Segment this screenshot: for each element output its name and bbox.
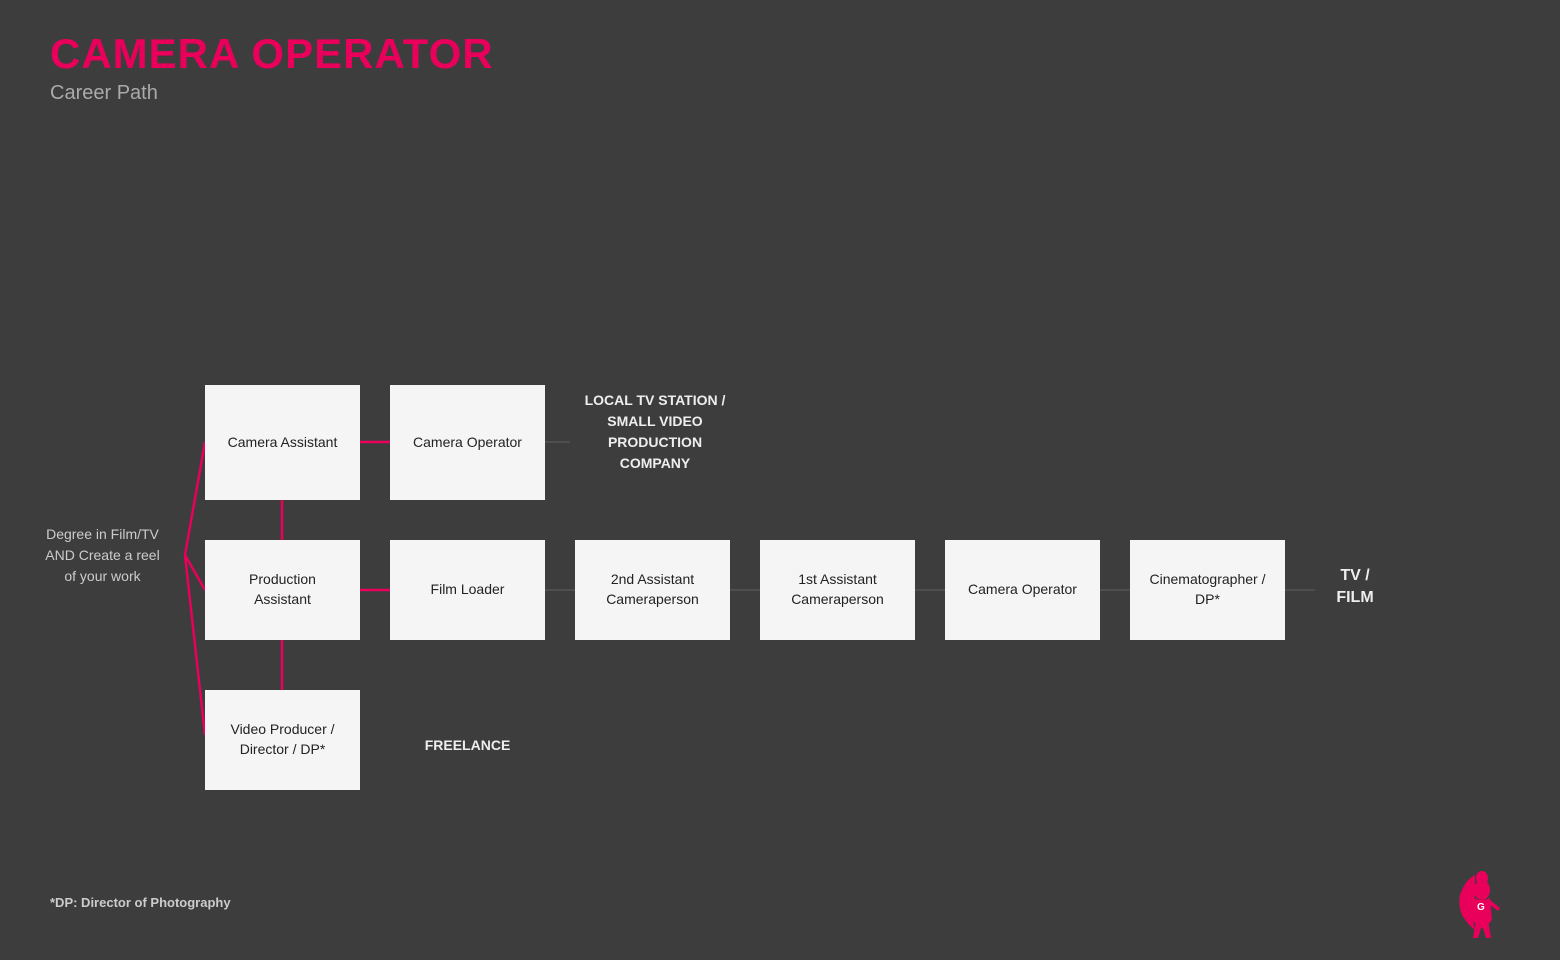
cinematographer-box: Cinematographer /DP* (1130, 540, 1285, 640)
local-tv-label: LOCAL TV STATION /SMALL VIDEOPRODUCTIONC… (570, 390, 740, 474)
header: CAMERA OPERATOR Career Path (50, 30, 494, 105)
page-title: CAMERA OPERATOR (50, 30, 494, 78)
video-producer-box: Video Producer /Director / DP* (205, 690, 360, 790)
entry-label: Degree in Film/TVAND Create a reelof you… (45, 524, 159, 587)
camera-operator-bottom-label: Camera Operator (968, 580, 1077, 600)
camera-operator-top-box: Camera Operator (390, 385, 545, 500)
career-diagram: Degree in Film/TVAND Create a reelof you… (0, 160, 1560, 860)
camera-assistant-label: Camera Assistant (228, 433, 338, 453)
entry-box: Degree in Film/TVAND Create a reelof you… (15, 505, 190, 605)
freelance-label: FREELANCE (390, 735, 545, 756)
film-loader-label: Film Loader (431, 580, 505, 600)
production-assistant-label: ProductionAssistant (249, 570, 316, 609)
first-assistant-label: 1st AssistantCameraperson (791, 570, 884, 609)
tv-film-label: TV /FILM (1315, 565, 1395, 610)
second-assistant-box: 2nd AssistantCameraperson (575, 540, 730, 640)
camera-operator-bottom-box: Camera Operator (945, 540, 1100, 640)
film-loader-box: Film Loader (390, 540, 545, 640)
second-assistant-label: 2nd AssistantCameraperson (606, 570, 699, 609)
logo: G (1440, 860, 1520, 940)
production-assistant-box: ProductionAssistant (205, 540, 360, 640)
camera-assistant-box: Camera Assistant (205, 385, 360, 500)
page-subtitle: Career Path (50, 82, 494, 105)
first-assistant-box: 1st AssistantCameraperson (760, 540, 915, 640)
video-producer-label: Video Producer /Director / DP* (230, 720, 334, 759)
footnote: *DP: Director of Photography (50, 895, 231, 910)
camera-operator-top-label: Camera Operator (413, 433, 522, 453)
svg-text:G: G (1477, 902, 1485, 913)
cinematographer-label: Cinematographer /DP* (1150, 570, 1266, 609)
